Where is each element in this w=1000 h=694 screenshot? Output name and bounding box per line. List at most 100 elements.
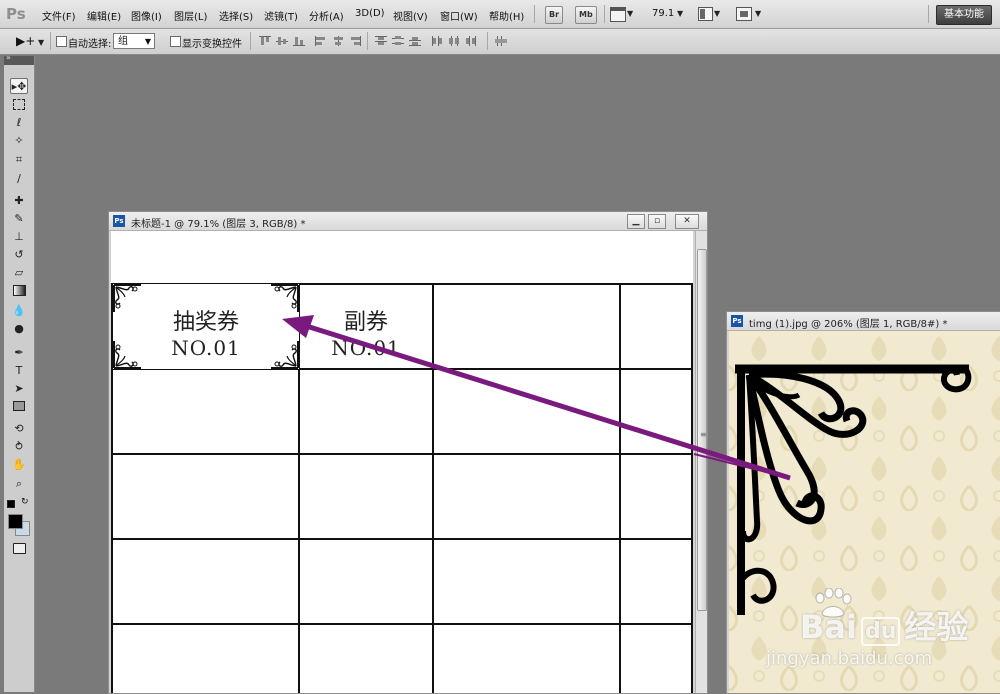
crop-tool-icon[interactable]: ⌗ xyxy=(10,152,28,168)
gradient-tool-icon[interactable] xyxy=(10,282,28,298)
chevron-down-icon[interactable]: ▼ xyxy=(38,38,44,47)
options-separator xyxy=(250,32,251,50)
chevron-down-icon[interactable]: ▼ xyxy=(755,9,761,18)
minimize-button[interactable]: ▁ xyxy=(627,214,645,229)
hand-tool-icon[interactable]: ✋ xyxy=(10,456,28,472)
eraser-tool-icon[interactable]: ▱ xyxy=(10,264,28,280)
align-vertical-centers-icon[interactable] xyxy=(275,35,289,47)
options-bar: ▶+ ▼ 自动选择: 组 ▼ 显示变换控件 xyxy=(0,29,1000,55)
distribute-left-edges-icon[interactable] xyxy=(430,35,444,47)
type-tool-icon[interactable]: T xyxy=(10,362,28,378)
3d-rotate-tool-icon[interactable]: ⟲ xyxy=(10,420,28,436)
distribute-horizontal-centers-icon[interactable] xyxy=(447,35,461,47)
vertical-scrollbar[interactable]: ≡ xyxy=(695,231,707,693)
chevron-down-icon: ▼ xyxy=(144,37,151,46)
table-grid-line xyxy=(111,538,693,540)
menu-window[interactable]: 窗口(W) xyxy=(440,8,478,23)
chevron-down-icon[interactable]: ▼ xyxy=(627,9,633,18)
chevron-down-icon[interactable]: ▼ xyxy=(677,9,683,18)
align-right-edges-icon[interactable] xyxy=(348,35,362,47)
brush-tool-icon[interactable]: ✎ xyxy=(10,210,28,226)
document-title: 未标题-1 @ 79.1% (图层 3, RGB/8) * xyxy=(131,219,306,230)
zoom-tool-icon[interactable]: ⌕ xyxy=(10,476,28,492)
quick-selection-tool-icon[interactable]: ✧ xyxy=(10,132,28,148)
auto-select-value: 组 xyxy=(118,36,128,47)
foreground-color-swatch[interactable] xyxy=(8,514,23,529)
quick-mask-icon[interactable] xyxy=(10,540,28,556)
distribute-vertical-centers-icon[interactable] xyxy=(391,35,405,47)
baidu-watermark: Bai du 经验 jingyan.baidu.com xyxy=(760,588,1000,692)
lasso-tool-icon[interactable]: ℓ xyxy=(10,114,28,130)
view-extras-icon[interactable] xyxy=(610,7,626,22)
align-top-edges-icon[interactable] xyxy=(258,35,272,47)
options-separator xyxy=(367,32,368,50)
table-grid-line xyxy=(111,623,693,625)
table-grid-line xyxy=(111,453,693,455)
menu-bar: Ps 文件(F) 编辑(E) 图像(I) 图层(L) 选择(S) 滤镜(T) 分… xyxy=(0,0,1000,29)
menu-image[interactable]: 图像(I) xyxy=(131,8,162,23)
stub-number: NO.01 xyxy=(331,336,401,360)
path-selection-tool-icon[interactable]: ➤ xyxy=(10,380,28,396)
chevron-down-icon[interactable]: ▼ xyxy=(714,9,720,18)
mini-bridge-button[interactable]: Mb xyxy=(575,6,597,24)
maximize-button[interactable]: ▫ xyxy=(648,214,666,229)
dodge-tool-icon[interactable]: ● xyxy=(10,320,28,336)
menu-file[interactable]: 文件(F) xyxy=(42,8,76,23)
eyedropper-tool-icon[interactable]: ∕ xyxy=(10,170,28,186)
watermark-brand-text: Bai xyxy=(800,608,857,646)
menu-layer[interactable]: 图层(L) xyxy=(174,8,207,23)
stub-title: 副券 xyxy=(343,310,388,335)
auto-select-checkbox[interactable] xyxy=(56,36,67,47)
table-grid-line xyxy=(619,283,621,693)
align-horizontal-centers-icon[interactable] xyxy=(331,35,345,47)
menu-help[interactable]: 帮助(H) xyxy=(489,8,524,23)
align-bottom-edges-icon[interactable] xyxy=(292,35,306,47)
scrollbar-thumb[interactable]: ≡ xyxy=(697,249,707,611)
ticket-title: 抽奖券 xyxy=(172,310,239,335)
document-title: timg (1).jpg @ 206% (图层 1, RGB/8#) * xyxy=(749,319,948,330)
menu-select[interactable]: 选择(S) xyxy=(219,8,253,23)
healing-brush-tool-icon[interactable]: ✚ xyxy=(10,192,28,208)
distribute-right-edges-icon[interactable] xyxy=(464,35,478,47)
distribute-top-edges-icon[interactable] xyxy=(374,35,388,47)
workspace-switcher-button[interactable]: 基本功能 xyxy=(936,5,992,25)
distribute-bottom-edges-icon[interactable] xyxy=(408,35,422,47)
document-title-bar[interactable]: Ps timg (1).jpg @ 206% (图层 1, RGB/8#) * xyxy=(727,312,1000,331)
pen-tool-icon[interactable]: ✒ xyxy=(10,344,28,360)
marquee-tool-icon[interactable] xyxy=(10,96,28,112)
history-brush-tool-icon[interactable]: ↺ xyxy=(10,246,28,262)
arrange-documents-icon[interactable] xyxy=(698,7,713,21)
collapse-arrows-icon[interactable]: » xyxy=(6,53,11,62)
tools-panel-header[interactable]: » xyxy=(4,53,34,65)
default-colors-icon[interactable] xyxy=(7,500,15,508)
auto-select-dropdown[interactable]: 组 ▼ xyxy=(113,33,155,49)
watermark-brand: Bai du 经验 xyxy=(800,608,969,646)
document-canvas[interactable]: 抽奖券 NO.01 副券 NO.01 xyxy=(111,231,693,693)
menu-analysis[interactable]: 分析(A) xyxy=(309,8,344,23)
menu-filter[interactable]: 滤镜(T) xyxy=(264,8,298,23)
menu-edit[interactable]: 编辑(E) xyxy=(87,8,121,23)
screen-mode-icon[interactable] xyxy=(736,7,752,21)
document-title-bar[interactable]: Ps 未标题-1 @ 79.1% (图层 3, RGB/8) * ▁ ▫ ✕ xyxy=(109,212,707,231)
auto-align-layers-icon[interactable] xyxy=(494,35,508,47)
options-separator xyxy=(487,32,488,50)
clone-stamp-tool-icon[interactable]: ⊥ xyxy=(10,228,28,244)
zoom-level[interactable]: 79.1 xyxy=(652,8,674,19)
show-transform-controls-checkbox[interactable] xyxy=(170,36,181,47)
menu-separator xyxy=(928,5,929,23)
ticket-cell[interactable]: 抽奖券 NO.01 xyxy=(113,284,299,369)
photoshop-logo: Ps xyxy=(6,5,26,23)
bridge-button[interactable]: Br xyxy=(545,6,564,24)
move-tool-icon[interactable]: ▸✥ xyxy=(10,78,28,94)
menu-3d[interactable]: 3D(D) xyxy=(355,8,385,19)
swap-colors-icon[interactable]: ↻ xyxy=(21,497,29,507)
blur-tool-icon[interactable]: 💧 xyxy=(10,302,28,318)
close-button[interactable]: ✕ xyxy=(675,214,699,229)
watermark-url: jingyan.baidu.com xyxy=(766,648,933,669)
grip-icon: ≡ xyxy=(700,430,707,439)
move-tool-preset-icon[interactable]: ▶+ xyxy=(16,34,35,48)
align-left-edges-icon[interactable] xyxy=(314,35,328,47)
shape-tool-icon[interactable] xyxy=(10,398,28,414)
menu-view[interactable]: 视图(V) xyxy=(393,8,428,23)
3d-orbit-tool-icon[interactable]: ⥁ xyxy=(10,438,28,454)
